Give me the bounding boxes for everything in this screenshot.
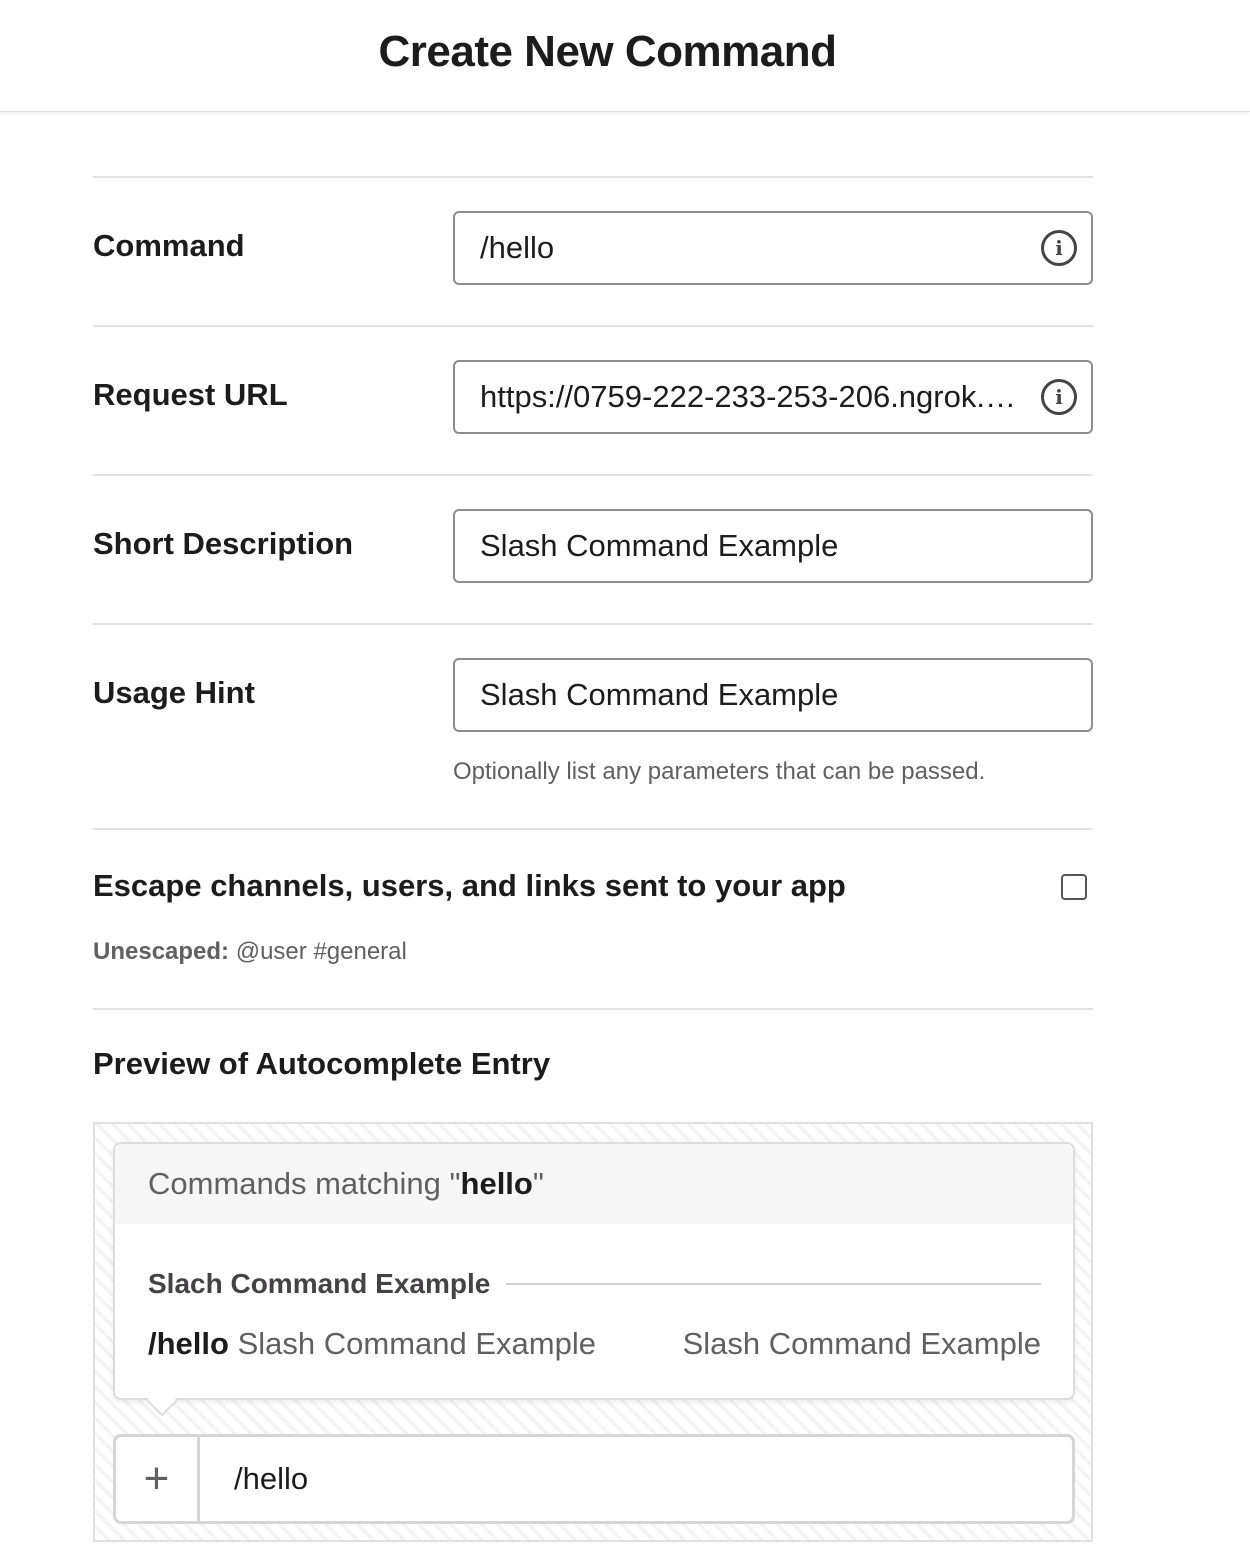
matching-term: hello (460, 1166, 533, 1201)
command-label: Command (93, 228, 245, 263)
info-icon[interactable]: i (1041, 230, 1077, 266)
divider (93, 1008, 1093, 1010)
autocomplete-item[interactable]: /hello Slash Command Example Slash Comma… (148, 1326, 1041, 1362)
usage-hint-label: Usage Hint (93, 675, 255, 710)
page-header: Create New Command (0, 0, 1250, 112)
escape-status-label: Unescaped: (93, 938, 230, 965)
short-description-value: Slash Command Example (480, 528, 839, 563)
autocomplete-group: Slach Command Example (148, 1268, 1041, 1300)
composer-text: /hello (234, 1461, 309, 1496)
item-command: /hello (148, 1326, 229, 1361)
escape-checkbox[interactable] (1061, 874, 1087, 900)
info-icon[interactable]: i (1041, 379, 1077, 415)
matching-prefix: Commands matching " (148, 1166, 461, 1201)
request-url-label: Request URL (93, 377, 288, 412)
item-hint: Slash Command Example (682, 1326, 1041, 1361)
divider (93, 474, 1093, 476)
escape-label: Escape channels, users, and links sent t… (93, 868, 846, 903)
divider (93, 623, 1093, 625)
message-composer[interactable]: + /hello (113, 1434, 1075, 1524)
short-description-label: Short Description (93, 526, 354, 561)
divider (93, 176, 1093, 178)
plus-icon[interactable]: + (116, 1437, 200, 1521)
escape-status: Unescaped: @user #general (93, 938, 407, 966)
preview-title: Preview of Autocomplete Entry (93, 1046, 551, 1081)
page-title: Create New Command (378, 26, 837, 76)
usage-hint-help: Optionally list any parameters that can … (453, 758, 986, 785)
item-left: /hello Slash Command Example (148, 1326, 596, 1362)
request-url-input[interactable]: https://0759-222-233-253-206.ngrok.io/sl… (453, 360, 1093, 434)
autocomplete-popup: Commands matching " hello " Slach Command … (113, 1142, 1075, 1400)
matching-suffix: " (532, 1166, 544, 1201)
autocomplete-preview: Commands matching " hello " Slach Command … (93, 1122, 1093, 1542)
command-input[interactable]: /hello i (453, 211, 1093, 285)
usage-hint-input[interactable]: Slash Command Example (453, 658, 1093, 732)
escape-status-example: @user #general (235, 938, 407, 965)
divider (93, 325, 1093, 327)
item-description: Slash Command Example (237, 1326, 596, 1361)
group-name: Slach Command Example (148, 1268, 491, 1299)
autocomplete-header: Commands matching " hello " (115, 1144, 1073, 1224)
group-divider (506, 1283, 1041, 1285)
command-input-value: /hello (480, 230, 555, 265)
request-url-value: https://0759-222-233-253-206.ngrok.io/sl… (480, 379, 1021, 414)
usage-hint-value: Slash Command Example (480, 677, 839, 712)
divider (93, 828, 1093, 830)
short-description-input[interactable]: Slash Command Example (453, 509, 1093, 583)
